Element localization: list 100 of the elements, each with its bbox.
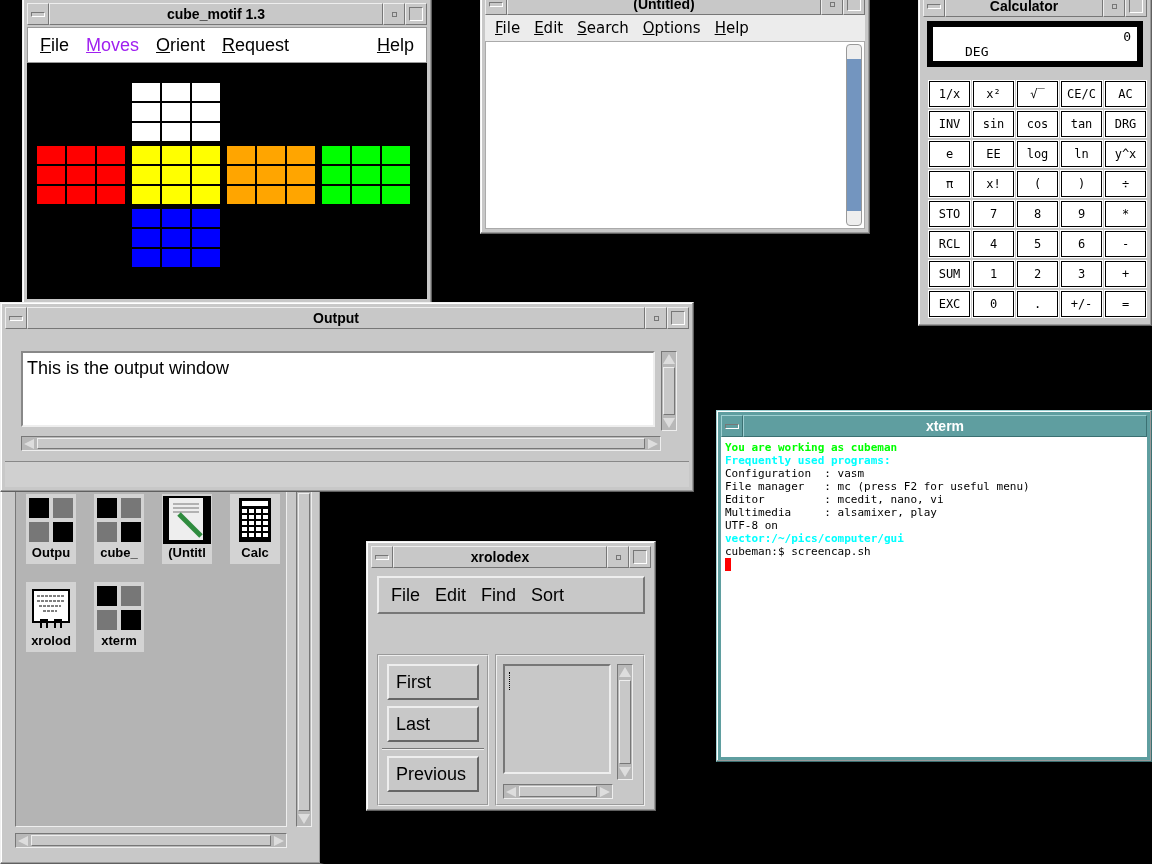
calculator-key[interactable]: EXC bbox=[929, 291, 970, 317]
cube-face[interactable] bbox=[322, 146, 410, 204]
calculator-key[interactable]: INV bbox=[929, 111, 970, 137]
terminal-line: cubeman:$ screencap.sh bbox=[725, 545, 871, 558]
calculator-key[interactable]: x! bbox=[973, 171, 1014, 197]
calculator-key[interactable]: 9 bbox=[1061, 201, 1102, 227]
calculator-key[interactable]: ÷ bbox=[1105, 171, 1146, 197]
menu-item[interactable]: Sort bbox=[531, 584, 565, 606]
desktop-icon[interactable]: cube_ bbox=[94, 494, 144, 564]
vertical-scrollbar[interactable] bbox=[846, 44, 862, 226]
calculator-key[interactable]: x² bbox=[973, 81, 1014, 107]
calculator-key[interactable]: RCL bbox=[929, 231, 970, 257]
display-value: 0 bbox=[1123, 29, 1131, 44]
calculator-key[interactable]: y^x bbox=[1105, 141, 1146, 167]
menu-item[interactable]: File bbox=[391, 584, 420, 606]
calculator-key[interactable]: +/- bbox=[1061, 291, 1102, 317]
calculator-key[interactable]: * bbox=[1105, 201, 1146, 227]
horizontal-scrollbar[interactable] bbox=[21, 436, 661, 451]
calculator-key[interactable]: CE/C bbox=[1061, 81, 1102, 107]
desktop-icon[interactable]: (Untitl bbox=[162, 494, 212, 564]
vertical-scrollbar[interactable] bbox=[661, 351, 677, 431]
desktop-icon[interactable]: xrolod bbox=[26, 582, 76, 652]
menu-item[interactable]: Edit bbox=[534, 19, 564, 37]
calculator-key[interactable]: log bbox=[1017, 141, 1058, 167]
menu-item[interactable]: Find bbox=[481, 584, 517, 606]
title-bar[interactable]: xrolodex bbox=[371, 546, 651, 568]
desktop-icon[interactable]: Outpu bbox=[26, 494, 76, 564]
minimize-button[interactable] bbox=[645, 307, 667, 329]
calculator-key[interactable]: 1 bbox=[973, 261, 1014, 287]
calculator-key[interactable]: DRG bbox=[1105, 111, 1146, 137]
calculator-key[interactable]: SUM bbox=[929, 261, 970, 287]
icon-label: xrolod bbox=[31, 632, 71, 650]
calculator-key[interactable]: AC bbox=[1105, 81, 1146, 107]
calculator-key[interactable]: 2 bbox=[1017, 261, 1058, 287]
menu-item[interactable]: Moves bbox=[86, 34, 140, 56]
terminal-line: vector:/~/pics/computer/gui bbox=[725, 532, 904, 545]
cube-face[interactable] bbox=[227, 146, 315, 204]
calculator-key[interactable]: sin bbox=[973, 111, 1014, 137]
maximize-button[interactable] bbox=[629, 546, 651, 568]
title-bar[interactable]: cube_motif 1.3 bbox=[27, 3, 427, 25]
menu-item[interactable]: Orient bbox=[156, 34, 206, 56]
icon-label: xterm bbox=[101, 632, 137, 650]
card-list[interactable] bbox=[503, 664, 611, 774]
cube-face[interactable] bbox=[132, 146, 220, 204]
nav-button[interactable]: First bbox=[387, 664, 479, 700]
maximize-button[interactable] bbox=[667, 307, 689, 329]
calculator-key[interactable]: EE bbox=[973, 141, 1014, 167]
calculator-key[interactable]: ( bbox=[1017, 171, 1058, 197]
calculator-key[interactable]: 1/x bbox=[929, 81, 970, 107]
menu-item[interactable]: Search bbox=[577, 19, 629, 37]
calculator-key[interactable]: 4 bbox=[973, 231, 1014, 257]
menu-item[interactable]: File bbox=[495, 19, 521, 37]
cube-face[interactable] bbox=[132, 83, 220, 141]
calculator-key[interactable]: 5 bbox=[1017, 231, 1058, 257]
maximize-button[interactable] bbox=[405, 3, 427, 25]
terminal-line: Frequently used programs: bbox=[725, 454, 891, 467]
icon-label: Calc bbox=[241, 544, 269, 562]
calculator-key[interactable]: - bbox=[1105, 231, 1146, 257]
desktop-icon[interactable]: Calc bbox=[230, 494, 280, 564]
calculator-key[interactable]: = bbox=[1105, 291, 1146, 317]
minimize-button[interactable] bbox=[607, 546, 629, 568]
calculator-key[interactable]: STO bbox=[929, 201, 970, 227]
windows-icon bbox=[95, 496, 143, 544]
windows-icon bbox=[27, 496, 75, 544]
horizontal-scrollbar[interactable] bbox=[15, 833, 287, 848]
nav-button[interactable]: Last bbox=[387, 706, 479, 742]
menu-item[interactable]: Edit bbox=[435, 584, 467, 606]
menu-item[interactable]: Options bbox=[642, 19, 701, 37]
calculator-key[interactable]: + bbox=[1105, 261, 1146, 287]
calculator-key[interactable]: cos bbox=[1017, 111, 1058, 137]
desktop-icon[interactable]: xterm bbox=[94, 582, 144, 652]
horizontal-scrollbar[interactable] bbox=[503, 784, 613, 799]
menu-item[interactable]: Request bbox=[222, 34, 290, 56]
menu-item[interactable]: File bbox=[40, 34, 69, 56]
minimize-button[interactable] bbox=[1103, 0, 1125, 17]
calculator-key[interactable]: 7 bbox=[973, 201, 1014, 227]
calculator-key[interactable]: 6 bbox=[1061, 231, 1102, 257]
calculator-key[interactable]: ) bbox=[1061, 171, 1102, 197]
calculator-key[interactable]: π bbox=[929, 171, 970, 197]
vertical-scrollbar[interactable] bbox=[617, 664, 633, 780]
calculator-key[interactable]: . bbox=[1017, 291, 1058, 317]
calculator-key[interactable]: 3 bbox=[1061, 261, 1102, 287]
calculator-key[interactable]: 8 bbox=[1017, 201, 1058, 227]
calculator-key[interactable]: √‾ bbox=[1017, 81, 1058, 107]
window-menu-button[interactable] bbox=[721, 415, 743, 437]
nav-button[interactable]: Previous bbox=[387, 756, 479, 792]
menu-item[interactable]: Help bbox=[714, 19, 749, 37]
title-bar[interactable]: Calculator bbox=[923, 0, 1147, 17]
window-title: xrolodex bbox=[393, 546, 607, 568]
window-title: cube_motif 1.3 bbox=[49, 3, 383, 25]
calculator-key[interactable]: e bbox=[929, 141, 970, 167]
maximize-button[interactable] bbox=[1125, 0, 1147, 17]
calculator-key[interactable]: 0 bbox=[973, 291, 1014, 317]
terminal-line: You are working as cubeman bbox=[725, 441, 898, 454]
calculator-key[interactable]: ln bbox=[1061, 141, 1102, 167]
minimize-button[interactable] bbox=[383, 3, 405, 25]
output-text-area[interactable]: This is the output window bbox=[21, 351, 655, 427]
calculator-key[interactable]: tan bbox=[1061, 111, 1102, 137]
menu-item[interactable]: Help bbox=[376, 34, 414, 56]
vertical-scrollbar[interactable] bbox=[296, 491, 312, 827]
